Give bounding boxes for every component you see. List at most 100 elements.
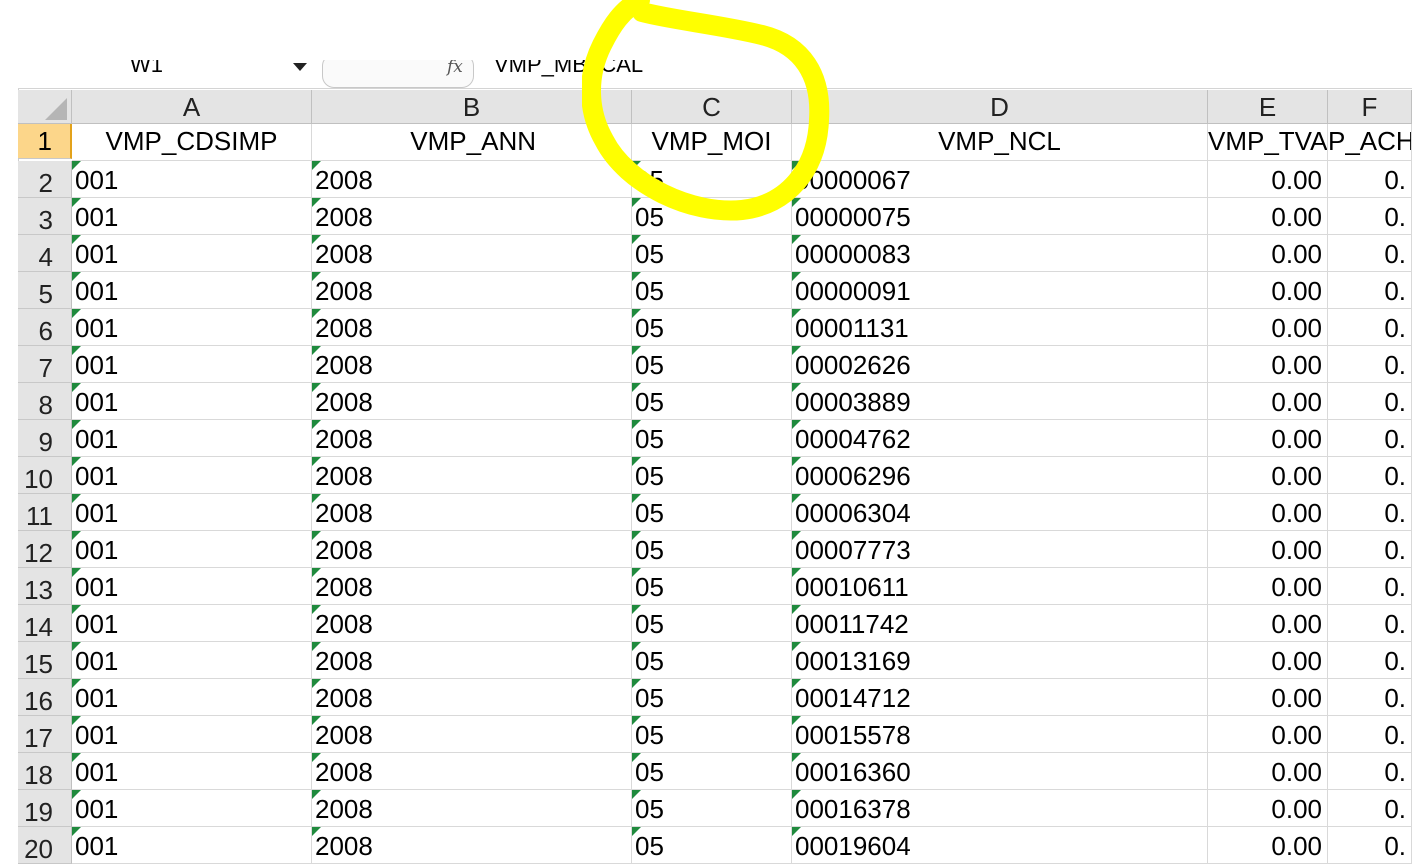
table-cell[interactable]: 0.	[1328, 753, 1412, 790]
header-cell[interactable]: VMP_ANN	[312, 124, 632, 161]
table-cell[interactable]: 2008	[312, 790, 632, 827]
table-cell[interactable]: 05	[632, 568, 792, 605]
table-cell[interactable]: 05	[632, 753, 792, 790]
table-cell[interactable]: 0.	[1328, 790, 1412, 827]
table-cell[interactable]: 00006296	[792, 457, 1208, 494]
table-cell[interactable]: 05	[632, 346, 792, 383]
table-cell[interactable]: 001	[72, 272, 312, 309]
table-cell[interactable]: 00000067	[792, 161, 1208, 198]
table-cell[interactable]: 0.	[1328, 383, 1412, 420]
table-cell[interactable]: 0.00	[1208, 827, 1328, 864]
table-cell[interactable]: 001	[72, 494, 312, 531]
table-cell[interactable]: 001	[72, 383, 312, 420]
table-cell[interactable]: 0.00	[1208, 568, 1328, 605]
row-header[interactable]: 15	[18, 642, 72, 679]
table-cell[interactable]: 00000091	[792, 272, 1208, 309]
table-cell[interactable]: 2008	[312, 642, 632, 679]
table-cell[interactable]: 001	[72, 753, 312, 790]
row-header[interactable]: 10	[18, 457, 72, 494]
table-cell[interactable]: 00014712	[792, 679, 1208, 716]
fx-icon[interactable]: fx	[447, 60, 463, 77]
table-cell[interactable]: 05	[632, 383, 792, 420]
table-cell[interactable]: 00016378	[792, 790, 1208, 827]
table-cell[interactable]: 05	[632, 198, 792, 235]
table-cell[interactable]: 001	[72, 420, 312, 457]
table-cell[interactable]: 0.00	[1208, 753, 1328, 790]
table-cell[interactable]: 05	[632, 161, 792, 198]
table-cell[interactable]: 0.	[1328, 679, 1412, 716]
row-header[interactable]: 19	[18, 790, 72, 827]
row-header[interactable]: 2	[18, 161, 72, 198]
row-header[interactable]: 8	[18, 383, 72, 420]
table-cell[interactable]: 0.	[1328, 198, 1412, 235]
table-cell[interactable]: 0.	[1328, 161, 1412, 198]
table-cell[interactable]: 001	[72, 161, 312, 198]
table-cell[interactable]: 0.00	[1208, 531, 1328, 568]
column-header-d[interactable]: D	[792, 90, 1208, 124]
table-cell[interactable]: 00002626	[792, 346, 1208, 383]
table-cell[interactable]: 00001131	[792, 309, 1208, 346]
table-cell[interactable]: 001	[72, 568, 312, 605]
table-cell[interactable]: 2008	[312, 531, 632, 568]
table-cell[interactable]: 2008	[312, 457, 632, 494]
table-cell[interactable]: 0.00	[1208, 790, 1328, 827]
table-cell[interactable]: 2008	[312, 346, 632, 383]
table-cell[interactable]: 2008	[312, 235, 632, 272]
table-cell[interactable]: 05	[632, 679, 792, 716]
row-header[interactable]: 1	[18, 124, 72, 159]
table-cell[interactable]: 001	[72, 309, 312, 346]
row-header[interactable]: 12	[18, 531, 72, 568]
header-cell[interactable]: VMP_CDSIMP	[72, 124, 312, 161]
header-cell[interactable]: P_ACH	[1328, 124, 1412, 161]
header-cell[interactable]: VMP_NCL	[792, 124, 1208, 161]
table-cell[interactable]: 2008	[312, 568, 632, 605]
table-cell[interactable]: 0.	[1328, 457, 1412, 494]
table-cell[interactable]: 00000075	[792, 198, 1208, 235]
table-cell[interactable]: 001	[72, 642, 312, 679]
table-cell[interactable]: 001	[72, 235, 312, 272]
column-header-c[interactable]: C	[632, 90, 792, 124]
table-cell[interactable]: 05	[632, 309, 792, 346]
table-cell[interactable]: 00019604	[792, 827, 1208, 864]
table-cell[interactable]: 0.00	[1208, 235, 1328, 272]
table-cell[interactable]: 001	[72, 605, 312, 642]
table-cell[interactable]: 0.	[1328, 494, 1412, 531]
table-cell[interactable]: 0.00	[1208, 420, 1328, 457]
table-cell[interactable]: 05	[632, 494, 792, 531]
column-header-b[interactable]: B	[312, 90, 632, 124]
table-cell[interactable]: 05	[632, 457, 792, 494]
row-header[interactable]: 14	[18, 605, 72, 642]
table-cell[interactable]: 05	[632, 235, 792, 272]
row-header[interactable]: 13	[18, 568, 72, 605]
table-cell[interactable]: 0.	[1328, 272, 1412, 309]
table-cell[interactable]: 05	[632, 420, 792, 457]
table-cell[interactable]: 00003889	[792, 383, 1208, 420]
table-cell[interactable]: 001	[72, 457, 312, 494]
table-cell[interactable]: 0.	[1328, 716, 1412, 753]
table-cell[interactable]: 0.	[1328, 420, 1412, 457]
table-cell[interactable]: 0.00	[1208, 716, 1328, 753]
table-cell[interactable]: 001	[72, 827, 312, 864]
table-cell[interactable]: 001	[72, 679, 312, 716]
row-header[interactable]: 11	[18, 494, 72, 531]
row-header[interactable]: 7	[18, 346, 72, 383]
table-cell[interactable]: 2008	[312, 198, 632, 235]
row-header[interactable]: 9	[18, 420, 72, 457]
table-cell[interactable]: 0.00	[1208, 494, 1328, 531]
table-cell[interactable]: 2008	[312, 494, 632, 531]
table-cell[interactable]: 0.00	[1208, 272, 1328, 309]
table-cell[interactable]: 00000083	[792, 235, 1208, 272]
table-cell[interactable]: 001	[72, 716, 312, 753]
row-header[interactable]: 4	[18, 235, 72, 272]
function-box[interactable]: fx	[322, 60, 474, 88]
table-cell[interactable]: 001	[72, 790, 312, 827]
table-cell[interactable]: 2008	[312, 827, 632, 864]
table-cell[interactable]: 0.	[1328, 235, 1412, 272]
table-cell[interactable]: 00016360	[792, 753, 1208, 790]
table-cell[interactable]: 05	[632, 272, 792, 309]
chevron-down-icon[interactable]	[293, 63, 307, 71]
row-header[interactable]: 18	[18, 753, 72, 790]
table-cell[interactable]: 0.00	[1208, 642, 1328, 679]
table-cell[interactable]: 0.	[1328, 531, 1412, 568]
table-cell[interactable]: 05	[632, 790, 792, 827]
